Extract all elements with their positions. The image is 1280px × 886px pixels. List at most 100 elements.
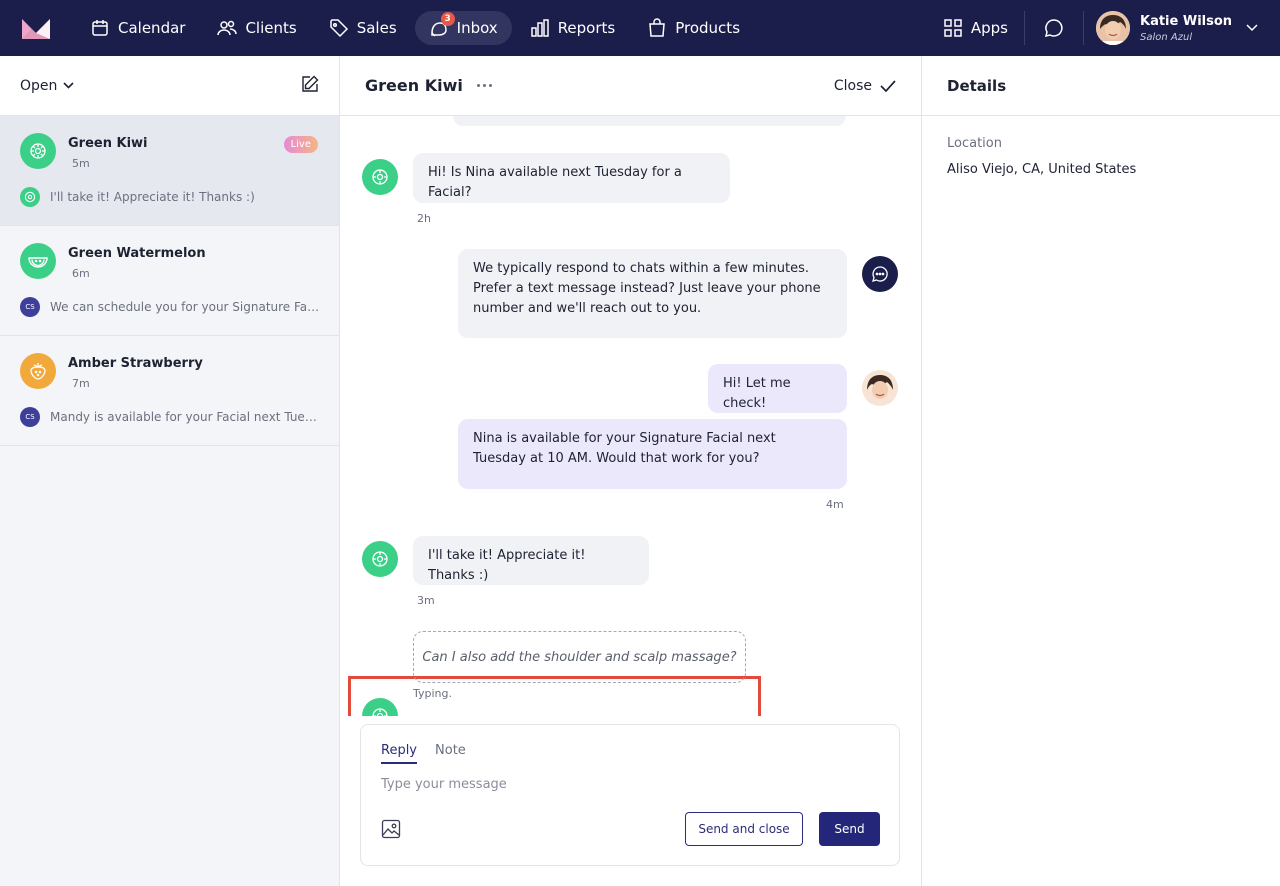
conversation-preview-text: Mandy is available for your Facial next … [50, 410, 320, 424]
kiwi-icon [20, 187, 40, 207]
conversation-preview: I'll take it! Appreciate it! Thanks :) [20, 187, 320, 207]
location-label: Location [947, 136, 1002, 151]
watermelon-icon [28, 257, 48, 268]
nav-inbox-label: Inbox [456, 19, 498, 37]
chat-button[interactable] [1025, 18, 1083, 38]
chat-bubble-icon [872, 266, 888, 282]
nav-sales[interactable]: Sales [315, 11, 411, 45]
kiwi-avatar [20, 133, 56, 169]
staff-initials-avatar: CS [20, 407, 40, 427]
attach-image-button[interactable] [381, 819, 401, 843]
location-value: Aliso Viejo, CA, United States [947, 162, 1137, 177]
user-name: Katie Wilson [1140, 13, 1233, 29]
close-conversation-button[interactable]: Close [834, 78, 896, 94]
conversation-time: 6m [72, 267, 90, 280]
tab-note[interactable]: Note [435, 743, 466, 764]
send-button[interactable]: Send [819, 812, 880, 846]
calendar-icon [92, 20, 108, 36]
conversation-time: 5m [72, 157, 90, 170]
status-filter-label: Open [20, 77, 58, 94]
conversation-title: Green Kiwi [365, 76, 463, 95]
conversation-item-green-watermelon[interactable]: Green Watermelon 6m CS We can schedule y… [0, 226, 339, 336]
apps-label: Apps [970, 19, 1008, 37]
message-bubble-auto-reply: We typically respond to chats within a f… [458, 249, 847, 338]
bar-chart-icon [530, 19, 549, 37]
nav-products-label: Products [675, 19, 741, 37]
watermelon-avatar [20, 243, 56, 279]
message-bubble-agent: Hi! Let me check! [708, 364, 847, 413]
top-nav-bar: Calendar Clients Sales 3 Inbox Reports P… [0, 0, 1280, 56]
customer-avatar [362, 541, 398, 577]
message-bubble-customer: I'll take it! Appreciate it! Thanks :) [413, 536, 649, 585]
user-avatar [1096, 11, 1130, 45]
nav-clients[interactable]: Clients [203, 11, 310, 45]
chevron-down-icon [63, 82, 74, 89]
conversation-name: Amber Strawberry [68, 356, 203, 371]
main-nav: Calendar Clients Sales 3 Inbox Reports P… [76, 0, 758, 56]
composer-tabs: Reply Note [381, 743, 484, 764]
agent-avatar [862, 370, 898, 406]
users-icon [217, 20, 238, 36]
conversation-list-header: Open [0, 56, 339, 116]
bot-avatar [862, 256, 898, 292]
grid-icon [944, 19, 962, 37]
kiwi-icon [30, 143, 46, 159]
tag-icon [329, 19, 348, 38]
message-input[interactable] [381, 777, 881, 792]
conversation-preview: CS Mandy is available for your Facial ne… [20, 407, 320, 427]
nav-sales-label: Sales [356, 19, 397, 37]
customer-avatar [362, 159, 398, 195]
conversation-panel: Green Kiwi Close Hi! Is Nina available n… [340, 56, 921, 886]
inbox-unread-badge: 3 [440, 12, 455, 26]
tab-reply[interactable]: Reply [381, 743, 418, 764]
nav-clients-label: Clients [245, 19, 297, 37]
chat-bubble-icon [1044, 19, 1063, 38]
conversation-preview: CS We can schedule you for your Signatur… [20, 297, 320, 317]
compose-icon [302, 75, 319, 92]
more-options-icon[interactable] [476, 84, 495, 87]
typing-status: Typing. [413, 687, 453, 700]
nav-reports[interactable]: Reports [516, 11, 630, 45]
user-org: Salon Azul [1140, 31, 1193, 43]
message-thread[interactable]: Hi! Is Nina available next Tuesday for a… [340, 116, 921, 716]
bag-icon [649, 18, 666, 37]
chevron-down-icon [1246, 24, 1258, 32]
kiwi-icon [372, 169, 388, 185]
message-bubble-partial [453, 116, 846, 126]
conversation-preview-text: We can schedule you for your Signature F… [50, 300, 320, 314]
conversation-list-panel: Open Green Kiwi 5m Live I'll take it! Ap… [0, 56, 340, 886]
brand-logo[interactable] [20, 17, 52, 39]
conversation-time: 7m [72, 377, 90, 390]
reply-composer: Reply Note Send and close Send [360, 724, 900, 866]
status-filter-dropdown[interactable]: Open [20, 78, 74, 94]
nav-calendar[interactable]: Calendar [76, 11, 199, 45]
staff-initials-avatar: CS [20, 297, 40, 317]
message-timestamp: 4m [826, 498, 844, 511]
nav-calendar-label: Calendar [118, 19, 186, 37]
compose-button[interactable] [301, 75, 319, 97]
apps-button[interactable]: Apps [943, 18, 1024, 38]
live-badge: Live [283, 136, 318, 153]
message-timestamp: 3m [417, 594, 435, 607]
kiwi-icon [372, 708, 388, 716]
nav-reports-label: Reports [557, 19, 616, 37]
details-title: Details [922, 56, 1280, 116]
nav-inbox[interactable]: 3 Inbox [414, 11, 512, 45]
send-and-close-button[interactable]: Send and close [685, 812, 803, 846]
checkmark-icon [880, 79, 896, 92]
kiwi-icon [372, 551, 388, 567]
message-bubble-agent: Nina is available for your Signature Fac… [458, 419, 847, 489]
nav-products[interactable]: Products [633, 11, 754, 45]
user-menu[interactable]: Katie Wilson Salon Azul [1084, 11, 1280, 45]
conversation-item-amber-strawberry[interactable]: Amber Strawberry 7m CS Mandy is availabl… [0, 336, 339, 446]
details-panel: Details Location Aliso Viejo, CA, United… [921, 56, 1280, 886]
conversation-preview-text: I'll take it! Appreciate it! Thanks :) [50, 190, 255, 204]
close-label: Close [833, 77, 872, 94]
conversation-name: Green Watermelon [68, 246, 206, 261]
conversation-name: Green Kiwi [68, 136, 148, 151]
message-bubble-customer: Hi! Is Nina available next Tuesday for a… [413, 153, 730, 203]
message-timestamp: 2h [417, 212, 431, 225]
strawberry-icon [30, 363, 46, 380]
conversation-item-green-kiwi[interactable]: Green Kiwi 5m Live I'll take it! Appreci… [0, 116, 339, 226]
conversation-header: Green Kiwi Close [340, 56, 921, 116]
